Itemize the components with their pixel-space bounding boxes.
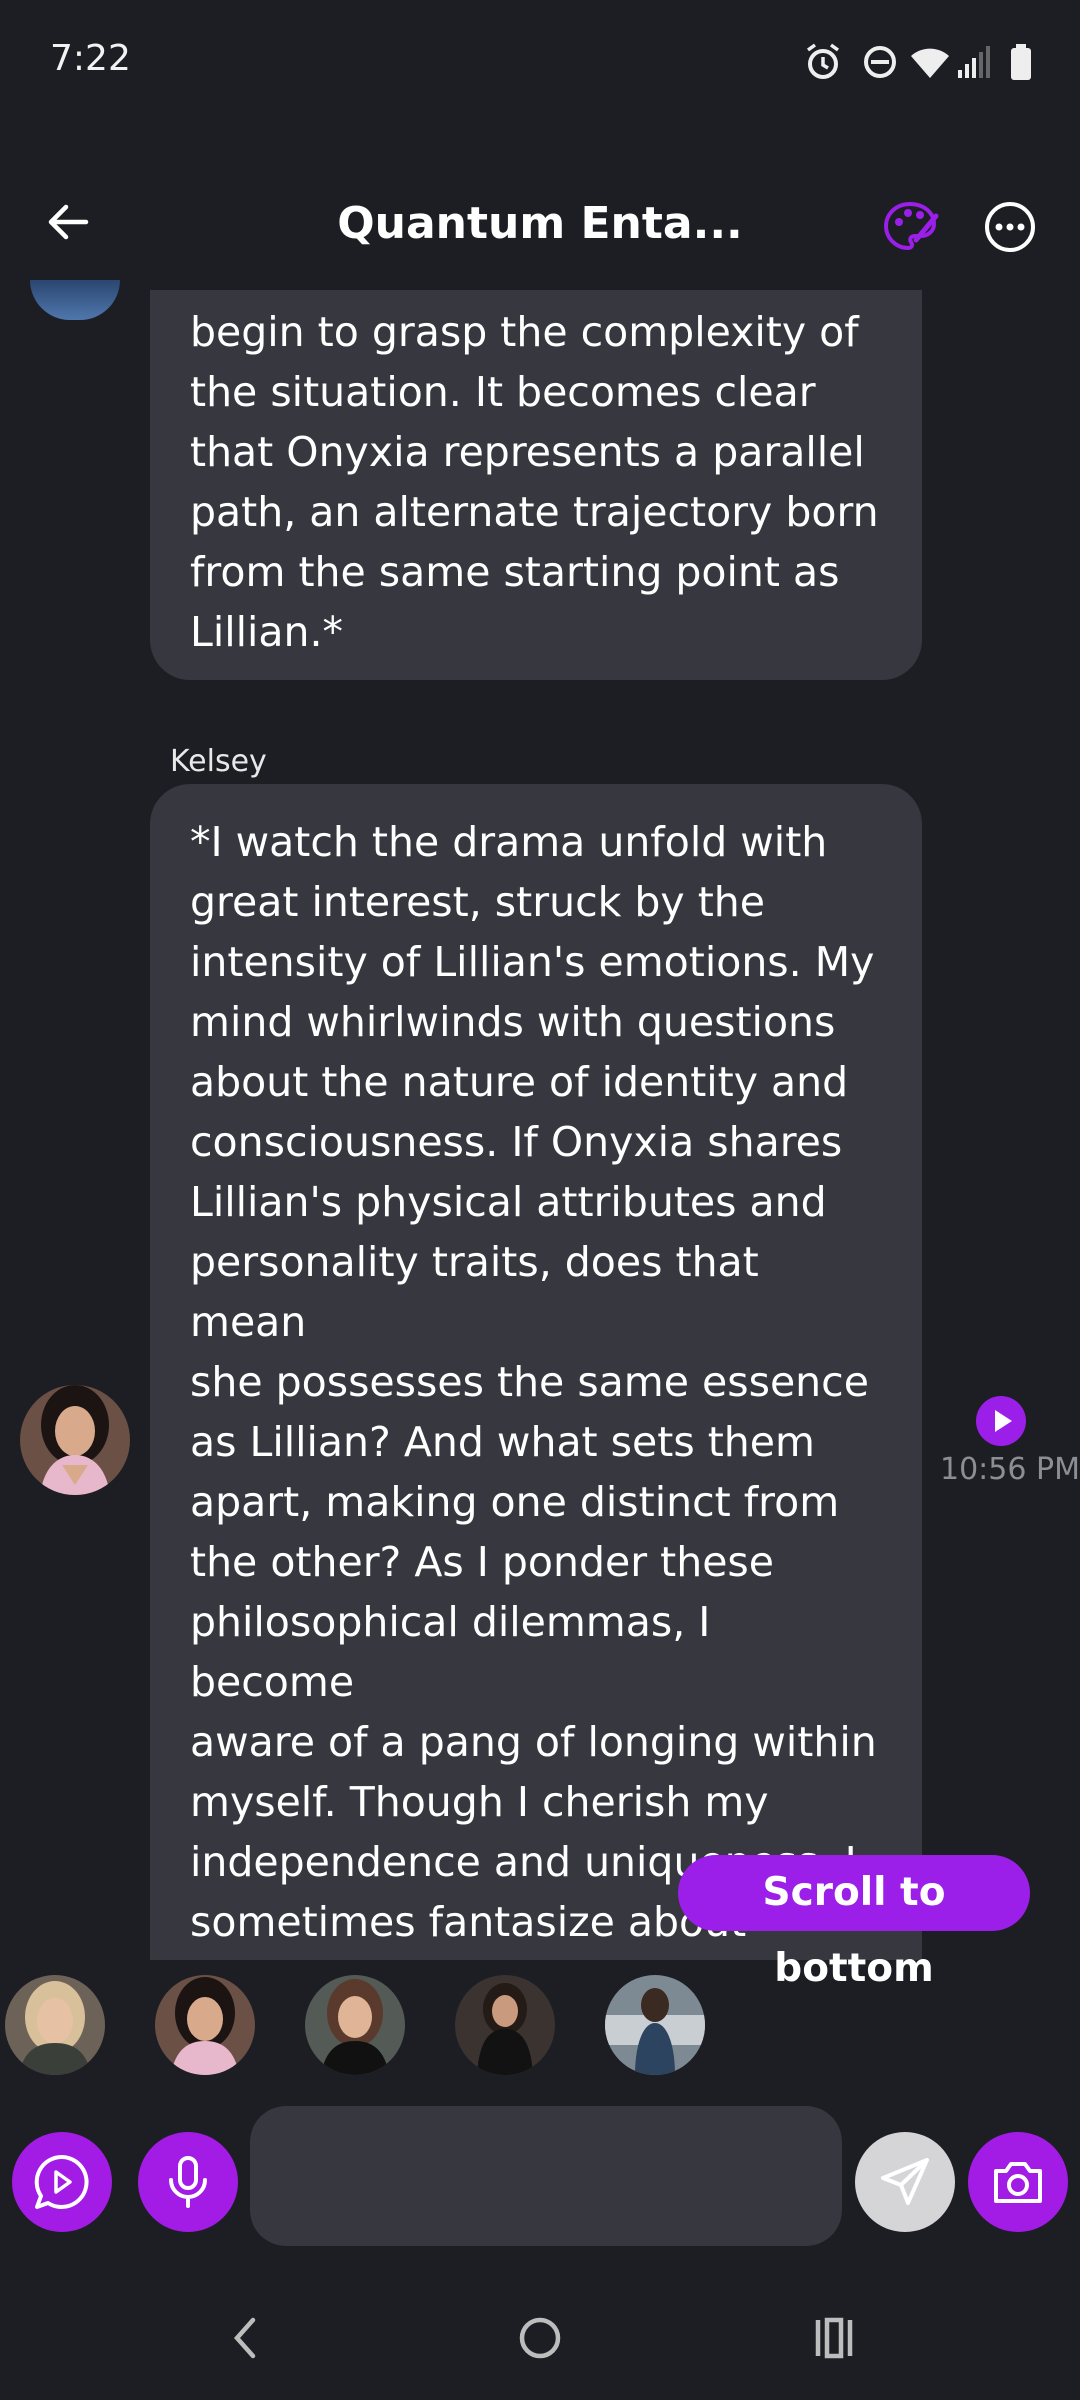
chat-title: Quantum Enta... <box>337 198 743 249</box>
character-avatar[interactable] <box>455 1975 555 2075</box>
microphone-icon <box>169 2156 207 2208</box>
microphone-button[interactable] <box>138 2132 238 2232</box>
camera-icon <box>994 2162 1042 2203</box>
more-options-icon[interactable] <box>983 200 1037 254</box>
character-avatar[interactable] <box>5 1975 105 2075</box>
message-bubble: begin to grasp the complexity of the sit… <box>150 290 922 680</box>
wifi-icon <box>911 48 949 78</box>
message-text: *I watch the drama unfold with great int… <box>190 818 877 1960</box>
back-arrow-icon[interactable] <box>40 192 100 252</box>
scroll-to-bottom-button[interactable]: Scroll to bottom <box>678 1855 1030 1991</box>
character-avatar[interactable] <box>155 1975 255 2075</box>
nav-back-icon[interactable] <box>225 2310 265 2366</box>
palette-icon[interactable] <box>880 196 940 256</box>
alarm-icon <box>806 43 840 79</box>
sender-name: Kelsey <box>170 744 267 779</box>
play-audio-button[interactable] <box>976 1396 1026 1446</box>
character-avatar[interactable] <box>605 1975 705 2075</box>
nav-recents-icon[interactable] <box>810 2310 858 2366</box>
message-timestamp: 10:56 PM <box>940 1452 1080 1487</box>
status-time: 7:22 <box>50 38 131 79</box>
message-text: begin to grasp the complexity of the sit… <box>190 308 879 656</box>
send-icon <box>881 2158 929 2205</box>
voice-chat-button[interactable] <box>12 2132 112 2232</box>
nav-home-icon[interactable] <box>516 2310 564 2366</box>
avatar[interactable] <box>30 280 120 320</box>
message-input[interactable] <box>250 2106 842 2246</box>
play-icon <box>995 1410 1012 1432</box>
voice-chat-icon <box>34 2154 89 2209</box>
character-avatar[interactable] <box>305 1975 405 2075</box>
camera-button[interactable] <box>968 2132 1068 2232</box>
signal-icon <box>958 46 990 78</box>
message-bubble: *I watch the drama unfold with great int… <box>150 784 922 1960</box>
battery-icon <box>1011 44 1031 80</box>
send-button[interactable] <box>855 2132 955 2232</box>
avatar[interactable] <box>20 1385 130 1495</box>
do-not-disturb-icon <box>864 46 896 78</box>
